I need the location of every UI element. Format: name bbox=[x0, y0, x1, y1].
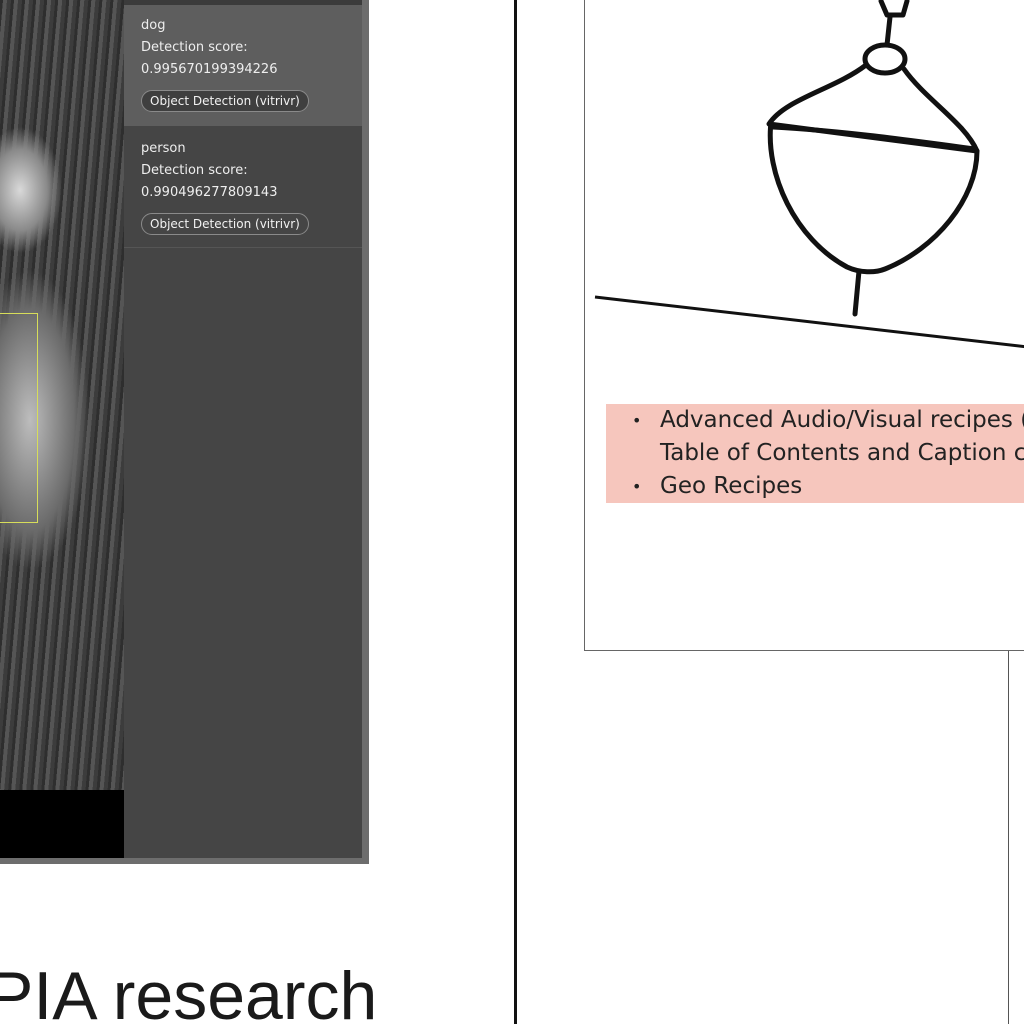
detection-score-label: Detection score: bbox=[141, 40, 248, 55]
detection-label: dog bbox=[141, 18, 166, 33]
detection-source-chip[interactable]: Object Detection (vitrivr) bbox=[141, 90, 309, 112]
plumb-bob-icon bbox=[594, 0, 1024, 349]
bullet-item: • Geo Recipes bbox=[606, 470, 1024, 503]
detection-score-value: 0.990496277809143 bbox=[141, 185, 278, 200]
archival-photo bbox=[0, 0, 124, 790]
frame-edge-line bbox=[1008, 651, 1009, 1024]
bullet-text: Table of Contents and Caption ca bbox=[660, 440, 1024, 466]
bullet-item: • Advanced Audio/Visual recipes (s bbox=[606, 404, 1024, 437]
vertical-divider bbox=[514, 0, 517, 1024]
detection-score-label: Detection score: bbox=[141, 163, 248, 178]
detection-source-chip[interactable]: Object Detection (vitrivr) bbox=[141, 213, 309, 235]
detection-score-value: 0.995670199394226 bbox=[141, 62, 278, 77]
bullet-glyph: • bbox=[632, 411, 642, 430]
bullet-continuation: Table of Contents and Caption ca bbox=[606, 437, 1024, 470]
photo-letterbox bbox=[0, 790, 124, 858]
detection-item-dog[interactable]: dog Detection score: 0.995670199394226 O… bbox=[124, 5, 362, 126]
detection-bounding-box bbox=[0, 313, 38, 523]
detection-sidebar: dog Detection score: 0.995670199394226 O… bbox=[124, 0, 362, 858]
detection-label: person bbox=[141, 141, 186, 156]
slide-caption-text: PIA research bbox=[0, 958, 378, 1034]
detection-viewer-screenshot: dog Detection score: 0.995670199394226 O… bbox=[0, 0, 369, 864]
slide-card: • Advanced Audio/Visual recipes (s Table… bbox=[584, 0, 1024, 651]
bullet-text: Advanced Audio/Visual recipes (s bbox=[660, 407, 1024, 433]
bullet-text: Geo Recipes bbox=[660, 473, 803, 499]
recipe-bullet-list: • Advanced Audio/Visual recipes (s Table… bbox=[606, 404, 1024, 503]
bullet-list-highlight: • Advanced Audio/Visual recipes (s Table… bbox=[606, 404, 1024, 503]
bullet-glyph: • bbox=[632, 477, 642, 496]
detection-item-person[interactable]: person Detection score: 0.99049627780914… bbox=[124, 128, 362, 248]
